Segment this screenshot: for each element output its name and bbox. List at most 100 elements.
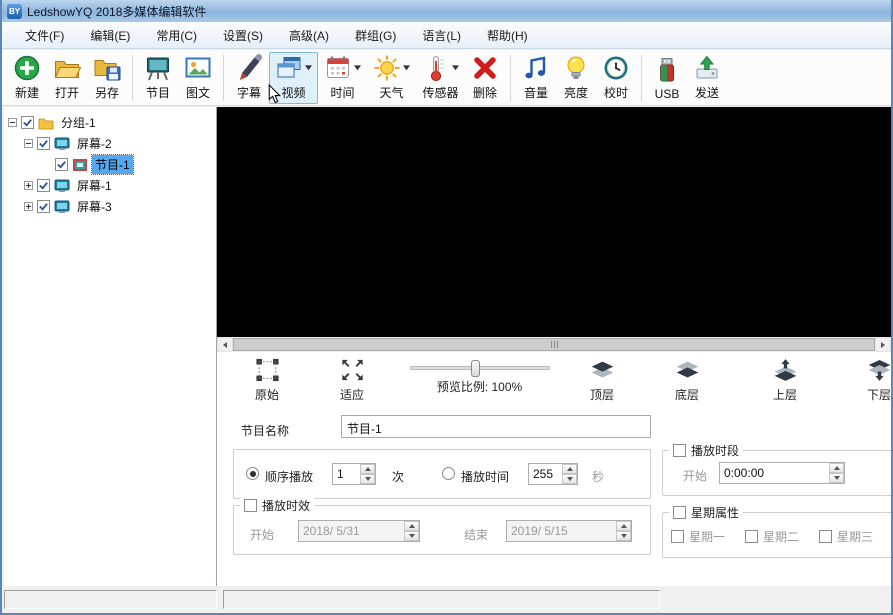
dropdown-arrow-icon[interactable]	[354, 65, 361, 71]
menu-help[interactable]: 帮助(H)	[474, 23, 541, 48]
play-time-radio[interactable]	[442, 467, 455, 480]
play-period-groupbox: 播放时段 开始 0:00:00	[662, 450, 891, 496]
screen3-checkbox[interactable]	[37, 200, 50, 213]
validity-start-date-spinner[interactable]: 2018/ 5/31	[298, 520, 420, 542]
validity-start-value[interactable]: 2018/ 5/31	[299, 521, 404, 541]
original-size-button[interactable]: 原始	[237, 358, 297, 403]
toolbar-button-new[interactable]: 新建	[7, 52, 47, 104]
play-period-checkbox[interactable]	[673, 444, 686, 457]
group1-checkbox[interactable]	[21, 116, 34, 129]
weekday-monday-checkbox[interactable]	[671, 530, 684, 543]
zoom-slider-thumb[interactable]	[471, 360, 480, 377]
layer-top-button[interactable]: 顶层	[572, 358, 632, 403]
tree-item-group1[interactable]: 分组-1	[4, 112, 216, 133]
menu-group[interactable]: 群组(G)	[342, 23, 409, 48]
validity-end-value[interactable]: 2019/ 5/15	[507, 521, 616, 541]
collapse-icon[interactable]	[8, 118, 17, 127]
spinner-up-button[interactable]	[404, 521, 419, 531]
screen-icon	[54, 200, 70, 214]
toolbar-button-program[interactable]: 节目	[138, 52, 178, 104]
horizontal-scrollbar[interactable]	[217, 337, 891, 352]
layer-upper-button[interactable]: 上层	[755, 358, 815, 403]
preview-canvas[interactable]	[217, 107, 891, 337]
menu-edit[interactable]: 编辑(E)	[77, 23, 143, 48]
scroll-right-button[interactable]	[875, 337, 891, 352]
expand-icon[interactable]	[24, 181, 33, 190]
sequential-play-radio[interactable]	[246, 467, 259, 480]
spinner-down-button[interactable]	[360, 474, 375, 484]
spinner-down-button[interactable]	[616, 531, 631, 541]
play-count-value[interactable]: 1	[333, 464, 360, 484]
menu-file[interactable]: 文件(F)	[12, 23, 77, 48]
toolbar-button-volume[interactable]: 音量	[516, 52, 556, 104]
zoom-slider[interactable]	[410, 366, 550, 370]
spinner-up-button[interactable]	[562, 464, 577, 474]
dropdown-arrow-icon[interactable]	[403, 65, 410, 71]
toolbar-button-usb[interactable]: USB	[647, 52, 687, 104]
play-duration-spinner[interactable]: 255	[528, 463, 578, 485]
screen2-checkbox[interactable]	[37, 137, 50, 150]
weekday-tuesday[interactable]: 星期二	[745, 528, 799, 545]
scroll-thumb[interactable]	[233, 338, 875, 351]
weekday-wednesday-checkbox[interactable]	[819, 530, 832, 543]
tree-item-label[interactable]: 屏幕-3	[74, 197, 115, 216]
period-start-value[interactable]: 0:00:00	[720, 463, 829, 483]
tree-item-screen2[interactable]: 屏幕-2	[4, 133, 216, 154]
validity-end-date-spinner[interactable]: 2019/ 5/15	[506, 520, 632, 542]
menu-language[interactable]: 语言(L)	[409, 23, 474, 48]
save-as-icon	[93, 54, 121, 82]
toolbar-button-label: 时间	[330, 84, 354, 101]
toolbar-button-timesync[interactable]: 校时	[596, 52, 636, 104]
toolbar-button-sensor[interactable]: 传感器	[416, 52, 465, 104]
toolbar-button-brightness[interactable]: 亮度	[556, 52, 596, 104]
toolbar-button-time[interactable]: 时间	[318, 52, 367, 104]
menu-advanced[interactable]: 高级(A)	[276, 23, 342, 48]
title-bar: BY LedshowYQ 2018多媒体编辑软件	[2, 0, 891, 22]
weekday-monday[interactable]: 星期一	[671, 528, 725, 545]
tree-item-screen1[interactable]: 屏幕-1	[4, 175, 216, 196]
spinner-up-button[interactable]	[616, 521, 631, 531]
toolbar-button-send[interactable]: 发送	[687, 52, 727, 104]
expand-icon[interactable]	[24, 202, 33, 211]
thermometer-icon	[422, 54, 450, 82]
control-label: 原始	[255, 386, 279, 403]
toolbar-button-weather[interactable]: 天气	[367, 52, 416, 104]
spinner-down-button[interactable]	[562, 474, 577, 484]
status-panel-left	[4, 590, 217, 609]
toolbar-button-subtitle[interactable]: 字幕	[229, 52, 269, 104]
spinner-down-button[interactable]	[829, 473, 844, 483]
program-board-icon	[144, 54, 172, 82]
screen1-checkbox[interactable]	[37, 179, 50, 192]
tree-item-label[interactable]: 分组-1	[58, 113, 99, 132]
collapse-icon[interactable]	[24, 139, 33, 148]
weekday-tuesday-checkbox[interactable]	[745, 530, 758, 543]
play-count-spinner[interactable]: 1	[332, 463, 376, 485]
program-name-input[interactable]: 节目-1	[341, 415, 651, 438]
toolbar-button-open[interactable]: 打开	[47, 52, 87, 104]
scroll-left-button[interactable]	[217, 337, 233, 352]
play-duration-value[interactable]: 255	[529, 464, 562, 484]
tree-item-screen3[interactable]: 屏幕-3	[4, 196, 216, 217]
fit-button[interactable]: 适应	[322, 358, 382, 403]
layer-bottom-button[interactable]: 底层	[657, 358, 717, 403]
toolbar-button-graphictext[interactable]: 图文	[178, 52, 218, 104]
tree-item-label-selected[interactable]: 节目-1	[92, 155, 133, 174]
tree-item-label[interactable]: 屏幕-2	[74, 134, 115, 153]
weekday-wednesday[interactable]: 星期三	[819, 528, 873, 545]
toolbar-button-saveas[interactable]: 另存	[87, 52, 127, 104]
dropdown-arrow-icon[interactable]	[452, 65, 459, 71]
play-validity-checkbox[interactable]	[244, 499, 257, 512]
spinner-up-button[interactable]	[360, 464, 375, 474]
dropdown-arrow-icon[interactable]	[305, 65, 312, 71]
spinner-up-button[interactable]	[829, 463, 844, 473]
spinner-down-button[interactable]	[404, 531, 419, 541]
program1-checkbox[interactable]	[55, 158, 68, 171]
layer-lower-button[interactable]: 下层	[849, 358, 891, 403]
week-attribute-checkbox[interactable]	[673, 506, 686, 519]
tree-item-program1[interactable]: 节目-1	[4, 154, 216, 175]
toolbar-button-delete[interactable]: 删除	[465, 52, 505, 104]
menu-settings[interactable]: 设置(S)	[210, 23, 276, 48]
tree-item-label[interactable]: 屏幕-1	[74, 176, 115, 195]
menu-common[interactable]: 常用(C)	[143, 23, 210, 48]
period-start-spinner[interactable]: 0:00:00	[719, 462, 845, 484]
